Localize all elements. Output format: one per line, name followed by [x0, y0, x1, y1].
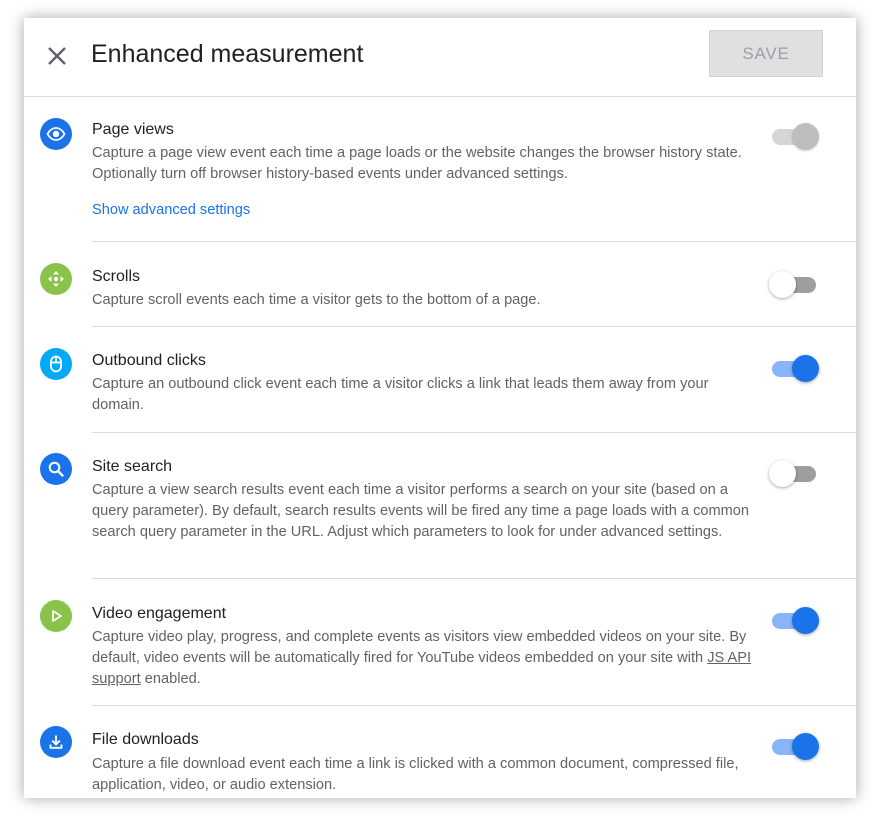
section-title: Page views — [92, 121, 174, 138]
page-title: Enhanced measurement — [91, 40, 364, 68]
play-icon — [40, 600, 72, 632]
enhanced-measurement-dialog: Enhanced measurement SAVE Page views Cap… — [24, 18, 856, 798]
video-engagement-toggle[interactable] — [772, 606, 820, 634]
section-title: Video engagement — [92, 605, 227, 622]
show-advanced-settings-link[interactable]: Show advanced settings — [92, 200, 250, 221]
eye-icon — [40, 118, 72, 150]
search-icon — [40, 453, 72, 485]
divider — [92, 705, 856, 706]
divider — [92, 578, 856, 579]
site-search-toggle[interactable] — [769, 459, 820, 487]
section-description: Capture video play, progress, and comple… — [92, 627, 762, 690]
dialog-header: Enhanced measurement SAVE — [24, 18, 856, 97]
section-title: Outbound clicks — [92, 352, 206, 369]
outbound-clicks-toggle[interactable] — [772, 354, 820, 382]
mouse-icon — [40, 348, 72, 380]
save-button[interactable]: SAVE — [709, 30, 823, 77]
divider — [92, 326, 856, 327]
divider — [92, 241, 856, 242]
section-description: Capture a view search results event each… — [92, 482, 750, 540]
page-views-toggle[interactable] — [772, 122, 820, 150]
scrolls-toggle[interactable] — [769, 270, 820, 298]
description-text: Capture video play, progress, and comple… — [92, 629, 747, 666]
file-downloads-toggle[interactable] — [772, 732, 820, 760]
section-title: Scrolls — [92, 268, 141, 285]
section-title: Site search — [92, 458, 173, 475]
scroll-icon — [40, 263, 72, 295]
description-text: enabled. — [140, 671, 201, 687]
section-description: Capture a file download event each time … — [92, 756, 739, 793]
section-description: Capture a page view event each time a pa… — [92, 145, 742, 182]
close-icon[interactable] — [44, 43, 70, 69]
section-title: File downloads — [92, 731, 199, 748]
section-description: Capture an outbound click event each tim… — [92, 376, 709, 413]
section-description: Capture scroll events each time a visito… — [92, 292, 541, 308]
divider — [92, 432, 856, 433]
download-icon — [40, 726, 72, 758]
